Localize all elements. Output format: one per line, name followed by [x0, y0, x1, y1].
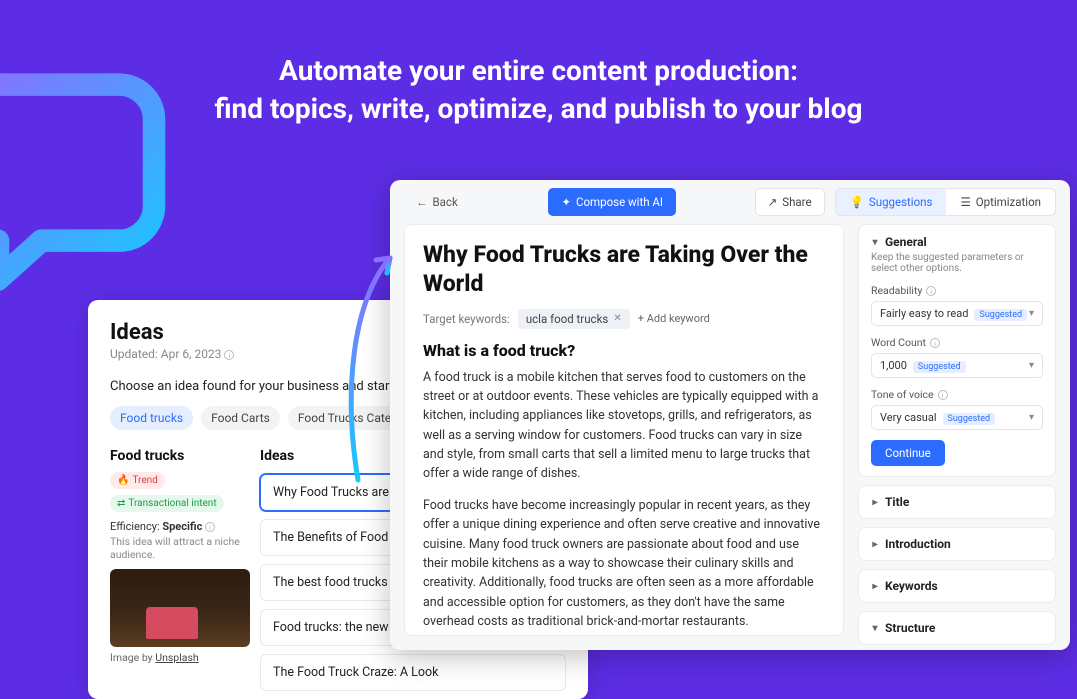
info-icon: i [224, 350, 234, 360]
intent-badge: ⇄ Transactional intent [110, 495, 224, 512]
section-keywords[interactable]: ▸Keywords [858, 569, 1056, 603]
section-introduction[interactable]: ▸Introduction [858, 527, 1056, 561]
side-tab-segment: 💡 Suggestions ☰ Optimization [835, 188, 1056, 216]
tab-optimization[interactable]: ☰ Optimization [946, 189, 1055, 215]
chevron-right-icon: ▸ [871, 497, 879, 508]
back-button[interactable]: ← Back [404, 189, 470, 215]
chevron-down-icon: ▾ [871, 623, 879, 634]
doc-title: Why Food Trucks are Taking Over the Worl… [423, 241, 825, 299]
hero-headline: Automate your entire content production:… [0, 52, 1077, 128]
readability-select[interactable]: Fairly easy to readSuggested ▾ [871, 301, 1043, 326]
chevron-right-icon: ▸ [871, 581, 879, 592]
add-keyword-button[interactable]: + Add keyword [638, 312, 710, 325]
info-icon: i [938, 390, 948, 400]
tone-select[interactable]: Very casualSuggested ▾ [871, 405, 1043, 430]
keyword-chip[interactable]: ucla food trucks✕ [518, 309, 630, 329]
section-structure[interactable]: ▾Structure [858, 611, 1056, 645]
keyword-line: Target keywords: ucla food trucks✕ + Add… [423, 309, 825, 329]
general-header[interactable]: ▾ General [871, 235, 1043, 249]
chevron-down-icon: ▾ [871, 237, 879, 248]
share-button[interactable]: ↗ Share [755, 188, 825, 216]
general-hint: Keep the suggested parameters or select … [871, 252, 1043, 274]
editor-card: ← Back ✦ Compose with AI ↗ Share 💡 Sugge… [390, 180, 1070, 650]
chevron-right-icon: ▸ [871, 539, 879, 550]
chevron-down-icon: ▾ [1029, 360, 1034, 371]
general-panel: ▾ General Keep the suggested parameters … [858, 224, 1056, 477]
wordcount-label: Word Counti [871, 336, 1043, 349]
editor-toolbar: ← Back ✦ Compose with AI ↗ Share 💡 Sugge… [390, 180, 1070, 224]
topic-pill[interactable]: Food Carts [201, 406, 280, 430]
remove-keyword-icon[interactable]: ✕ [613, 313, 621, 324]
compose-ai-button[interactable]: ✦ Compose with AI [548, 188, 676, 216]
continue-button[interactable]: Continue [871, 440, 945, 466]
tone-label: Tone of voicei [871, 388, 1043, 401]
suggestions-pane: ▾ General Keep the suggested parameters … [858, 224, 1056, 636]
info-icon: i [930, 338, 940, 348]
efficiency-explain: This idea will attract a niche audience. [110, 535, 250, 561]
topic-detail: Food trucks 🔥 Trend ⇄ Transactional inte… [110, 448, 250, 699]
doc-paragraph: A food truck is a mobile kitchen that se… [423, 368, 825, 484]
doc-h2: What is a food truck? [423, 341, 825, 360]
info-icon: i [926, 286, 936, 296]
chevron-down-icon: ▾ [1029, 412, 1034, 423]
topic-thumbnail [110, 569, 250, 647]
readability-label: Readabilityi [871, 284, 1043, 297]
doc-paragraph: Food trucks have become increasingly pop… [423, 496, 825, 632]
image-credit: Image by Unsplash [110, 651, 250, 664]
topic-name: Food trucks [110, 448, 250, 464]
topic-pill[interactable]: Food trucks [110, 406, 193, 430]
document-pane[interactable]: Why Food Trucks are Taking Over the Worl… [404, 224, 844, 636]
info-icon: i [205, 522, 215, 532]
section-title[interactable]: ▸Title [858, 485, 1056, 519]
tab-suggestions[interactable]: 💡 Suggestions [836, 189, 947, 215]
wordcount-select[interactable]: 1,000Suggested ▾ [871, 353, 1043, 378]
idea-item[interactable]: The Food Truck Craze: A Look [260, 654, 566, 691]
efficiency-line: Efficiency: Specific i [110, 520, 250, 533]
trend-badge: 🔥 Trend [110, 472, 165, 489]
chevron-down-icon: ▾ [1029, 308, 1034, 319]
